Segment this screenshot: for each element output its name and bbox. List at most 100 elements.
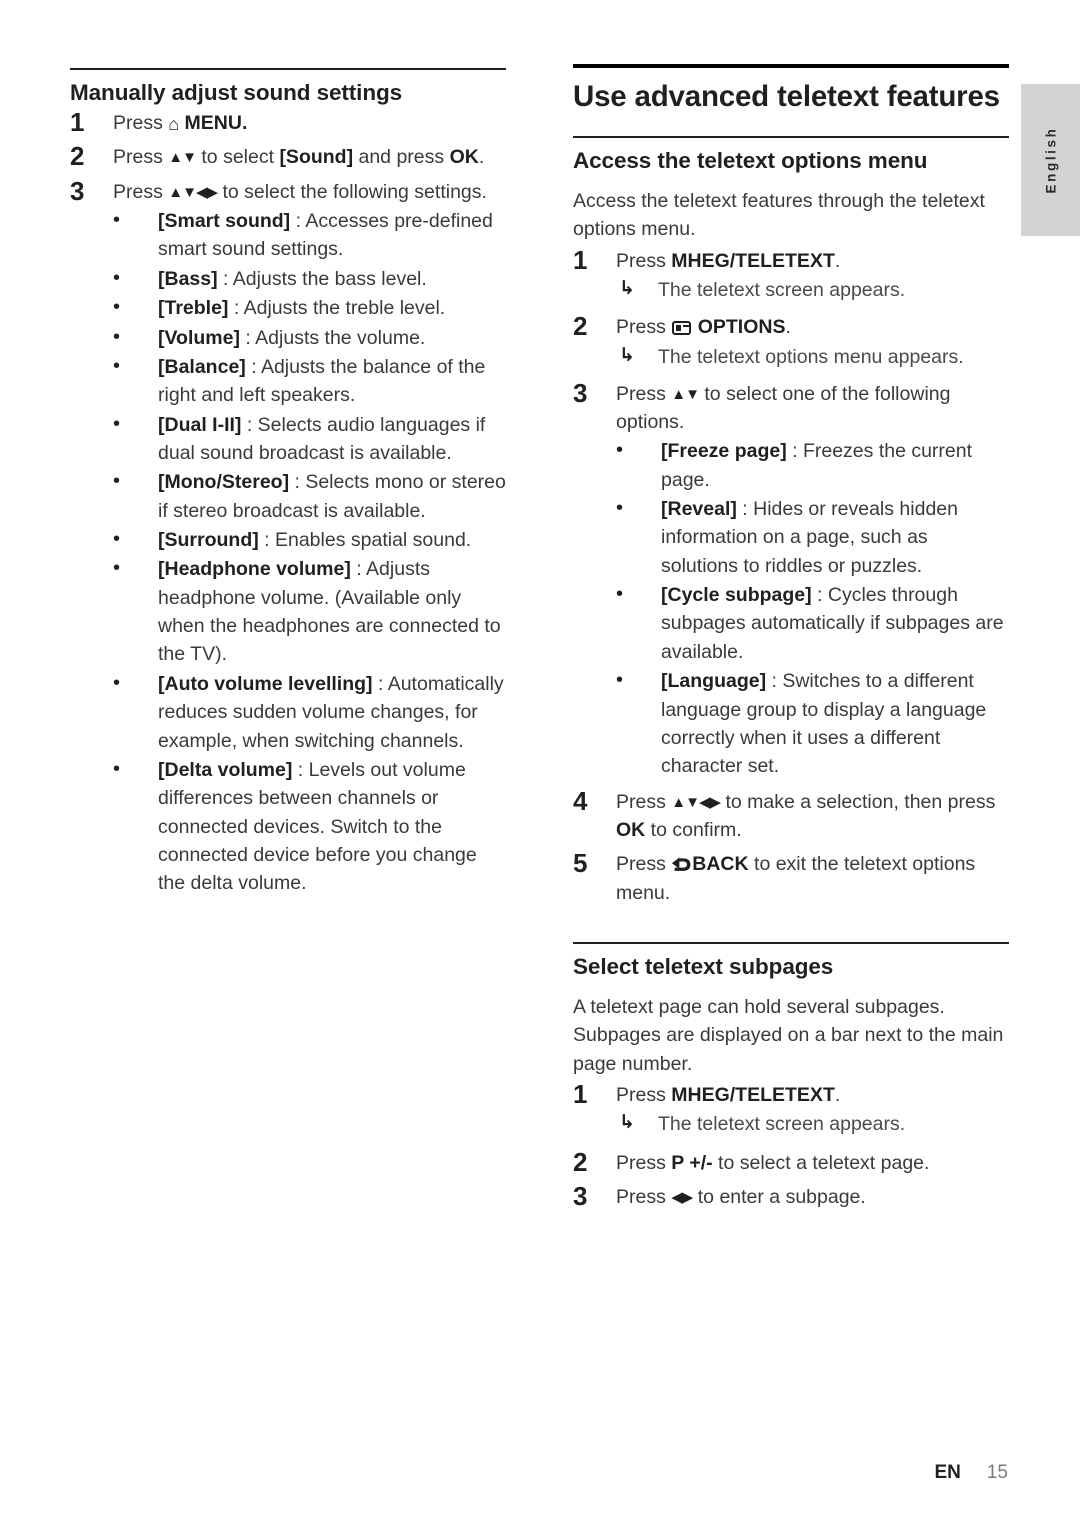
- left-column: Manually adjust sound settings 1 Press ⌂…: [70, 68, 506, 898]
- bullet-desc: : Adjusts the bass level.: [217, 267, 427, 290]
- step-1: 1 Press MHEG/TELETEXT. ↳ The teletext sc…: [573, 244, 1009, 304]
- bullet-term: [Surround]: [158, 529, 259, 552]
- language-tab-label: English: [1043, 126, 1058, 194]
- bullet-dot-icon: •: [616, 669, 624, 692]
- step-bold-sound: [Sound]: [279, 146, 354, 169]
- result-text: The teletext options menu appears.: [658, 345, 964, 368]
- bullet-term: [Language]: [661, 670, 767, 693]
- step-number: 1: [573, 244, 588, 275]
- bullet-dot-icon: •: [113, 209, 121, 232]
- step-bold-key: MHEG/TELETEXT: [671, 1084, 835, 1107]
- step-number: 3: [573, 377, 588, 408]
- list-item: • [Mono/Stereo] : Selects mono or stereo…: [113, 468, 506, 525]
- list-item: • [Bass] : Adjusts the bass level.: [113, 265, 506, 293]
- step-text-before: Press: [616, 853, 672, 876]
- bullet-term: [Treble]: [158, 297, 229, 320]
- step-2: 2 Press ▲▼ to select [Sound] and press O…: [70, 141, 506, 171]
- bullet-dot-icon: •: [616, 439, 624, 462]
- bullet-dot-icon: •: [113, 528, 121, 551]
- manual-page: English Manually adjust sound settings 1…: [0, 0, 1080, 1527]
- bullet-dot-icon: •: [113, 354, 121, 377]
- step-text-before: Press: [616, 316, 672, 339]
- step-number: 1: [70, 107, 85, 137]
- list-item: • [Smart sound] : Accesses pre-defined s…: [113, 207, 506, 264]
- bullet-term: [Bass]: [158, 267, 218, 290]
- step-bold-key: BACK: [692, 853, 749, 876]
- result-arrow-icon: ↳: [619, 344, 635, 366]
- result-arrow-icon: ↳: [619, 278, 635, 300]
- bullet-term: [Headphone volume]: [158, 558, 351, 581]
- footer-page-number: 15: [986, 1462, 1008, 1483]
- step-text-tail: .: [785, 316, 791, 339]
- step-number: 1: [573, 1079, 588, 1110]
- step-text-before: Press: [616, 1151, 672, 1174]
- footer-locale-code: EN: [934, 1462, 961, 1483]
- list-item: • [Language] : Switches to a different l…: [616, 667, 1009, 780]
- step-text-tail: to select a teletext page.: [712, 1151, 930, 1174]
- right-column: Use advanced teletext features Access th…: [573, 64, 1009, 1211]
- bullet-term: [Volume]: [158, 326, 240, 349]
- section-2-heading: Select teletext subpages: [573, 954, 834, 980]
- left-column-top-rule: [70, 68, 506, 70]
- bullet-term: [Balance]: [158, 355, 246, 378]
- step-text-after: MENU.: [179, 112, 248, 134]
- step-text-after: to select the following settings.: [217, 180, 487, 203]
- step-bold-key: MHEG/TELETEXT: [671, 249, 835, 272]
- list-item: • [Reveal] : Hides or reveals hidden inf…: [616, 495, 1009, 580]
- list-item: • [Surround] : Enables spatial sound.: [113, 526, 506, 554]
- step-4: 4 Press ▲▼◀▶ to make a selection, then p…: [573, 785, 1009, 845]
- sound-settings-bullet-list: • [Smart sound] : Accesses pre-defined s…: [113, 207, 506, 898]
- step-bold-key: OPTIONS: [697, 316, 786, 339]
- step-text-before: Press: [113, 146, 169, 169]
- teletext-subpages-steps: 1 Press MHEG/TELETEXT. ↳ The teletext sc…: [573, 1079, 1009, 1211]
- step-number: 5: [573, 848, 588, 879]
- page-title: Use advanced teletext features: [573, 80, 1000, 113]
- list-item: • [Cycle subpage] : Cycles through subpa…: [616, 581, 1009, 666]
- up-down-arrows-icon: ▲▼: [671, 385, 700, 403]
- step-text-tail: .: [478, 146, 485, 169]
- step-text-before: Press: [113, 180, 169, 203]
- list-item: • [Delta volume] : Levels out volume dif…: [113, 756, 506, 898]
- step-2: 2 Press P +/- to select a teletext page.: [573, 1147, 1009, 1177]
- step-text-before: Press: [113, 112, 169, 134]
- step-text-before: Press: [616, 249, 672, 272]
- page-footer: EN 15: [0, 1462, 1008, 1484]
- teletext-options-steps: 1 Press MHEG/TELETEXT. ↳ The teletext sc…: [573, 244, 1009, 907]
- step-bold-key: P +/-: [671, 1151, 713, 1174]
- bullet-dot-icon: •: [616, 583, 624, 606]
- result-text: The teletext screen appears.: [658, 279, 906, 302]
- bullet-term: [Freeze page]: [661, 440, 787, 463]
- bullet-dot-icon: •: [113, 470, 121, 493]
- bullet-dot-icon: •: [113, 671, 121, 694]
- step-bold-ok: OK: [449, 146, 479, 169]
- step-text-mid2: and press: [353, 146, 450, 169]
- step-number: 4: [573, 785, 588, 816]
- step-text-after: to enter a subpage.: [692, 1185, 866, 1208]
- step-result: ↳ The teletext screen appears.: [616, 1110, 1009, 1138]
- list-item: • [Balance] : Adjusts the balance of the…: [113, 353, 506, 410]
- bullet-term: [Auto volume levelling]: [158, 672, 373, 695]
- left-right-arrows-icon: ◀▶: [671, 1188, 693, 1206]
- step-number: 3: [70, 175, 85, 206]
- bullet-dot-icon: •: [113, 557, 121, 580]
- language-tab: English: [1021, 84, 1080, 236]
- sound-settings-steps: 1 Press ⌂ MENU. 2 Press ▲▼ to select [So…: [70, 107, 506, 898]
- bullet-term: [Delta volume]: [158, 758, 293, 781]
- section-1-heading: Access the teletext options menu: [573, 147, 928, 173]
- list-item: • [Treble] : Adjusts the treble level.: [113, 294, 506, 322]
- list-item: • [Headphone volume] : Adjusts headphone…: [113, 555, 506, 668]
- left-section-heading: Manually adjust sound settings: [70, 80, 403, 105]
- step-number: 2: [573, 311, 588, 342]
- up-down-arrows-icon: ▲▼: [168, 149, 197, 167]
- step-bold-ok: OK: [616, 818, 646, 841]
- step-text-before: Press: [616, 382, 672, 405]
- bullet-dot-icon: •: [616, 497, 624, 520]
- step-1: 1 Press ⌂ MENU.: [70, 107, 506, 137]
- list-item: • [Freeze page] : Freezes the current pa…: [616, 437, 1009, 494]
- step-text-mid: to select: [195, 146, 280, 169]
- bullet-term: [Reveal]: [661, 498, 737, 521]
- step-text-tail: to confirm.: [645, 818, 742, 841]
- section-1-intro: Access the teletext features through the…: [573, 189, 985, 241]
- bullet-term: [Dual I-II]: [158, 413, 242, 436]
- bullet-term: [Smart sound]: [158, 210, 291, 233]
